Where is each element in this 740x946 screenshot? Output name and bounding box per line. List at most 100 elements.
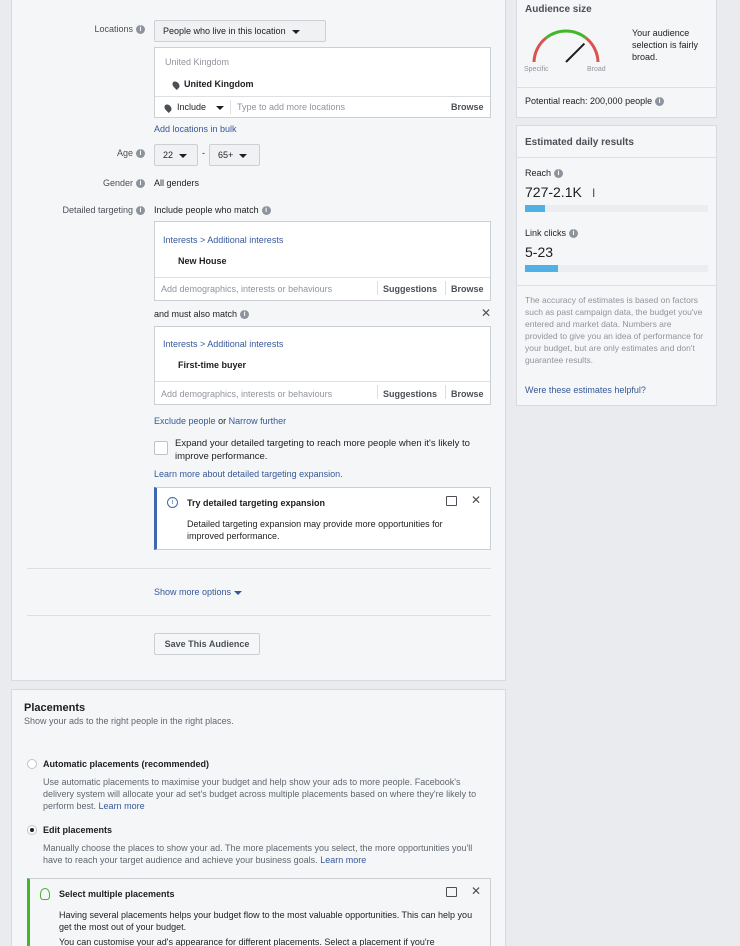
suggestions-button[interactable]: Suggestions xyxy=(383,284,437,294)
link-clicks-value: 5-23 xyxy=(525,244,554,260)
selected-location[interactable]: United Kingdom xyxy=(171,79,254,90)
add-locations-bulk-link[interactable]: Add locations in bulk xyxy=(154,124,237,134)
feedback-icon[interactable] xyxy=(446,496,457,506)
expansion-tip: i Try detailed targeting expansion ✕ Det… xyxy=(154,487,491,550)
info-icon[interactable]: i xyxy=(569,229,579,239)
location-box: United Kingdom United Kingdom Include Ty… xyxy=(154,47,491,118)
divider xyxy=(230,100,231,114)
chevron-down-icon xyxy=(291,29,300,34)
targeting-box-1: Interests > Additional interests New Hou… xyxy=(154,221,491,301)
divider xyxy=(516,157,717,158)
interest-item[interactable]: New House xyxy=(178,256,227,266)
targeting-input[interactable]: Add demographics, interests or behaviour… xyxy=(161,284,332,294)
info-icon[interactable]: i xyxy=(240,310,250,320)
estimated-results-title: Estimated daily results xyxy=(525,137,634,148)
text-cursor-icon: I xyxy=(592,186,596,200)
exclude-people-link[interactable]: Exclude people xyxy=(154,416,216,426)
estimates-helpful-link[interactable]: Were these estimates helpful? xyxy=(525,385,646,395)
divider xyxy=(445,281,446,295)
interest-path: Interests > Additional interests xyxy=(163,235,284,245)
browse-button[interactable]: Browse xyxy=(451,284,484,294)
audience-gauge xyxy=(532,29,600,63)
chevron-down-icon xyxy=(239,153,248,158)
targeting-input[interactable]: Add demographics, interests or behaviour… xyxy=(161,389,332,399)
info-icon[interactable]: i xyxy=(136,149,145,159)
interest-path: Interests > Additional interests xyxy=(163,339,284,349)
interest-item[interactable]: First-time buyer xyxy=(178,360,246,370)
info-icon[interactable]: i xyxy=(136,25,145,35)
location-type-dropdown[interactable]: People who live in this location xyxy=(154,20,326,42)
divider xyxy=(516,285,717,286)
tip-body-2: You can customise your ad's appearance f… xyxy=(59,937,435,946)
gauge-red-segment xyxy=(585,36,600,63)
reach-bar-fill xyxy=(525,205,546,212)
expand-checkbox[interactable] xyxy=(154,441,168,455)
chevron-down-icon xyxy=(179,153,188,158)
divider xyxy=(27,615,491,616)
divider xyxy=(27,568,491,569)
save-audience-button[interactable]: Save This Audience xyxy=(154,633,260,655)
divider xyxy=(516,87,717,88)
divider xyxy=(155,96,490,97)
placements-title: Placements xyxy=(24,702,86,714)
age-label: Age i xyxy=(40,148,145,159)
exclude-narrow-row: Exclude people or Narrow further xyxy=(154,416,287,426)
info-icon[interactable]: i xyxy=(554,169,564,179)
age-min-dropdown[interactable]: 22 xyxy=(154,144,198,166)
placements-subtitle: Show your ads to the right people in the… xyxy=(24,716,234,726)
divider xyxy=(377,385,378,399)
feedback-icon[interactable] xyxy=(446,887,457,897)
browse-button[interactable]: Browse xyxy=(451,389,484,399)
placements-tip: Select multiple placements ✕ Having seve… xyxy=(27,878,491,946)
expand-label: Expand your detailed targeting to reach … xyxy=(175,438,470,462)
tip-body: Having several placements helps your bud… xyxy=(59,910,473,932)
detailed-targeting-label: Detailed targeting i xyxy=(20,205,145,216)
learn-more-link[interactable]: Learn more xyxy=(99,801,145,811)
must-match-label: and must also match i xyxy=(154,309,250,320)
pin-icon xyxy=(163,102,173,113)
gender-label: Gender i xyxy=(40,178,145,189)
narrow-further-link[interactable]: Narrow further xyxy=(229,416,287,426)
link-clicks-bar-fill xyxy=(525,265,558,272)
chevron-down-icon xyxy=(216,105,225,110)
info-icon[interactable]: i xyxy=(261,206,271,216)
location-search-input[interactable]: Type to add more locations xyxy=(237,102,345,112)
age-dash: - xyxy=(202,148,205,158)
close-icon[interactable]: ✕ xyxy=(481,306,491,320)
targeting-box-2: Interests > Additional interests First-t… xyxy=(154,326,491,405)
learn-more-expansion-link[interactable]: Learn more about detailed targeting expa… xyxy=(154,469,343,479)
reach-value: 727-2.1K xyxy=(525,184,582,200)
age-max-dropdown[interactable]: 65+ xyxy=(209,144,260,166)
info-circle-icon: i xyxy=(167,497,178,508)
info-icon[interactable]: i xyxy=(136,179,145,189)
locations-label: Locations i xyxy=(40,24,145,35)
gauge-green-segment xyxy=(545,29,587,40)
gauge-specific-label: Specific xyxy=(524,66,549,73)
potential-reach: Potential reach: 200,000 people i xyxy=(525,96,665,107)
reach-label: Reach i xyxy=(525,168,564,179)
gauge-broad-label: Broad xyxy=(587,66,606,73)
close-icon[interactable]: ✕ xyxy=(471,884,481,898)
divider xyxy=(155,277,490,278)
info-icon[interactable]: i xyxy=(655,97,665,107)
location-group-header: United Kingdom xyxy=(165,57,230,67)
tip-title: Try detailed targeting expansion xyxy=(187,498,326,508)
edit-placements-radio[interactable] xyxy=(27,825,37,835)
gender-value[interactable]: All genders xyxy=(154,178,199,188)
divider xyxy=(155,381,490,382)
lightbulb-icon xyxy=(40,888,50,900)
include-match-label: Include people who match i xyxy=(154,205,271,216)
suggestions-button[interactable]: Suggestions xyxy=(383,389,437,399)
reach-bar xyxy=(525,205,708,212)
automatic-placements-radio[interactable] xyxy=(27,759,37,769)
include-dropdown[interactable]: Include xyxy=(163,102,225,113)
link-clicks-bar xyxy=(525,265,708,272)
learn-more-link[interactable]: Learn more xyxy=(320,855,366,865)
show-more-options[interactable]: Show more options xyxy=(154,587,243,597)
info-icon[interactable]: i xyxy=(136,206,145,216)
close-icon[interactable]: ✕ xyxy=(471,493,481,507)
browse-button[interactable]: Browse xyxy=(451,102,484,112)
edit-placements-title[interactable]: Edit placements xyxy=(43,825,112,835)
automatic-placements-title[interactable]: Automatic placements (recommended) xyxy=(43,759,209,769)
chevron-down-icon xyxy=(234,590,243,595)
